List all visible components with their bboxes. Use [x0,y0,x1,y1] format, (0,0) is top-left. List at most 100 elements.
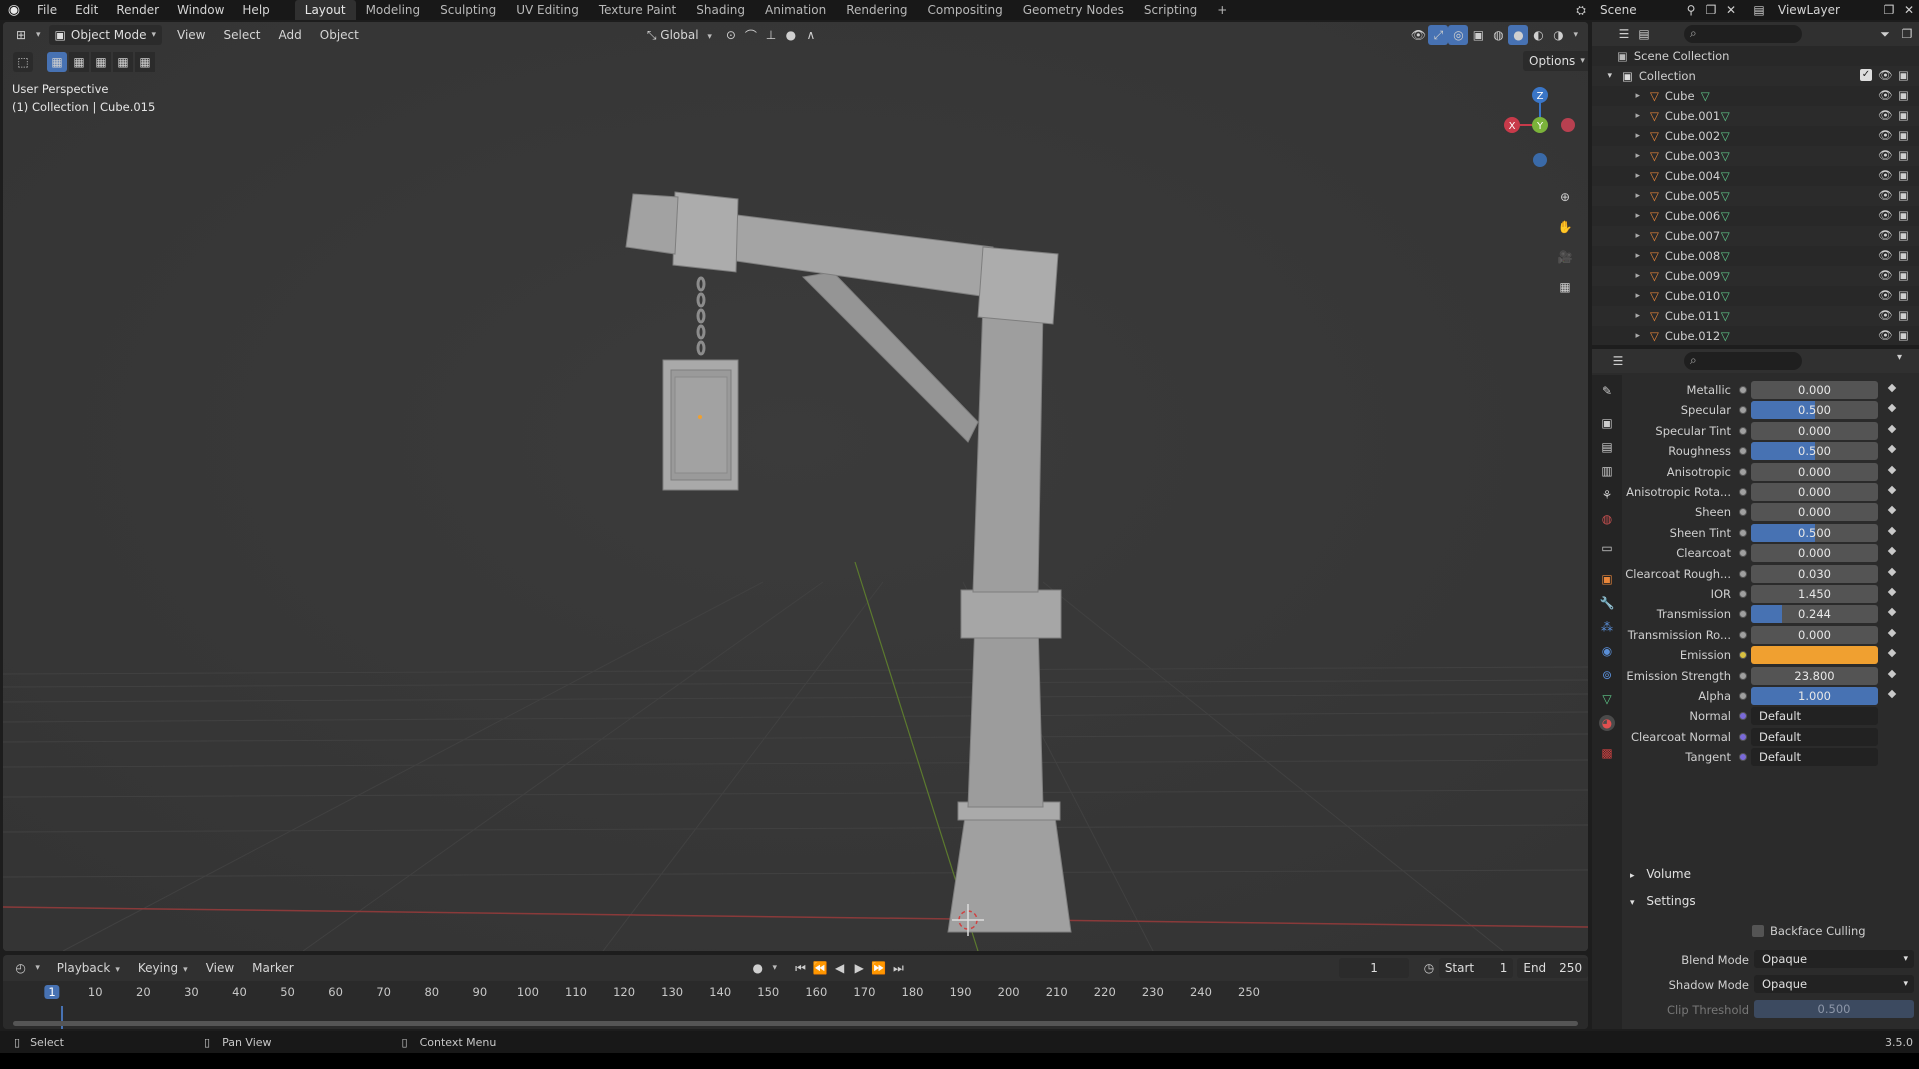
mesh-data-icon[interactable]: ▽ [1721,229,1730,243]
shadow-mode-dropdown[interactable]: Opaque ▾ [1754,975,1914,993]
rendered-shading-icon[interactable]: ◑ [1548,25,1568,45]
jump-start-icon[interactable]: ⏮ [791,958,811,978]
tab-uv-editing[interactable]: UV Editing [506,0,589,20]
keyframe-diamond-icon[interactable] [1887,485,1897,495]
keyframe-diamond-icon[interactable] [1887,608,1897,617]
mesh-data-icon[interactable]: ▽ [1721,269,1730,283]
snap-target-icon[interactable]: ⊥ [761,25,781,45]
menu-object[interactable]: Object [311,28,368,42]
outliner-object-row[interactable]: ▸ ▽ Cube.010 ▽ 👁 ▣ [1592,286,1919,306]
keyframe-diamond-icon[interactable] [1887,404,1897,413]
outliner-object-row[interactable]: ▸ ▽ Cube.009 ▽ 👁 ▣ [1592,266,1919,286]
delete-scene-icon[interactable]: ✕ [1721,0,1741,20]
outliner-object-row[interactable]: ▸ ▽ Cube.008 ▽ 👁 ▣ [1592,246,1919,266]
select-subtract-icon[interactable]: ▦ [91,52,111,72]
tab-modeling[interactable]: Modeling [356,0,431,20]
timeline-editor-icon[interactable]: ◴ [11,958,31,978]
outliner-object-row[interactable]: ▸ ▽ Cube ▽ 👁 ▣ [1592,86,1919,106]
tool-tab-icon[interactable]: ✎ [1599,383,1615,399]
backface-culling-checkbox[interactable] [1752,925,1764,937]
visibility-eye-icon[interactable]: 👁 [1878,108,1893,122]
exclude-checkbox[interactable]: ✓ [1860,69,1872,81]
mesh-data-icon[interactable]: ▽ [1701,89,1710,103]
gizmo-toggle-icon[interactable]: ⤢ [1428,25,1449,45]
menu-file[interactable]: File [28,3,66,17]
mesh-data-icon[interactable]: ▽ [1721,149,1730,163]
mesh-data-icon[interactable]: ▽ [1721,309,1730,323]
expand-caret-icon[interactable]: ▸ [1592,331,1640,341]
keyframe-diamond-icon[interactable] [1887,648,1897,658]
options-dropdown[interactable]: Options ▾ [1523,51,1588,71]
mesh-data-icon[interactable]: ▽ [1721,129,1730,143]
pivot-point-icon[interactable]: ⊙ [721,25,741,45]
overlays-toggle-icon[interactable]: ◎ [1448,25,1469,45]
record-icon[interactable]: ● [748,958,768,978]
value-slider[interactable]: 0.000 [1751,544,1878,563]
visibility-eye-icon[interactable]: 👁 [1878,168,1893,182]
render-camera-icon[interactable]: ▣ [1898,228,1909,242]
material-shading-icon[interactable]: ◐ [1528,25,1548,45]
visibility-eye-icon[interactable]: 👁 [1878,148,1893,162]
preview-range-icon[interactable]: ◷ [1419,958,1439,978]
proportional-editing-icon[interactable]: ● [781,25,801,45]
socket-dot-icon[interactable] [1739,712,1747,721]
current-frame-field[interactable]: 1 [1338,958,1410,978]
pin-icon[interactable]: ⚲ [1681,0,1701,20]
select-extend-icon[interactable]: ▦ [69,52,89,72]
socket-dot-icon[interactable] [1739,692,1747,700]
play-icon[interactable]: ▶ [849,958,869,978]
value-slider[interactable]: 0.000 [1751,421,1878,440]
visibility-eye-icon[interactable]: 👁 [1878,208,1893,222]
value-slider[interactable]: 0.000 [1751,503,1878,522]
socket-dot-icon[interactable] [1739,467,1747,476]
render-camera-icon[interactable]: ▣ [1898,108,1909,122]
next-keyframe-icon[interactable]: ⏩ [869,958,889,978]
texture-tab-icon[interactable]: ▩ [1599,745,1615,761]
render-camera-icon[interactable]: ▣ [1898,248,1909,262]
timeline-scrollbar[interactable] [13,1021,1578,1026]
outliner-collection[interactable]: ▾ ▣ Collection ✓ 👁 ▣ [1592,66,1919,86]
expand-caret-icon[interactable]: ▸ [1592,151,1640,161]
material-tab-icon[interactable]: ◕ [1599,715,1615,731]
render-camera-icon[interactable]: ▣ [1898,288,1909,302]
properties-editor-icon[interactable]: ☰ [1608,351,1628,371]
outliner-object-row[interactable]: ▸ ▽ Cube.006 ▽ 👁 ▣ [1592,206,1919,226]
socket-dot-icon[interactable] [1739,610,1747,619]
keyframe-diamond-icon[interactable] [1887,567,1897,576]
pan-hand-icon[interactable]: ✋ [1555,217,1575,237]
render-camera-icon[interactable]: ▣ [1898,308,1909,322]
render-camera-icon[interactable]: ▣ [1898,208,1909,222]
socket-dot-icon[interactable] [1739,549,1747,558]
new-scene-icon[interactable]: ❐ [1701,0,1721,20]
expand-caret-icon[interactable]: ▸ [1592,191,1640,201]
falloff-icon[interactable]: ∧ [801,25,821,45]
visibility-eye-icon[interactable]: 👁 [1878,308,1893,322]
menu-view[interactable]: View [168,28,214,42]
value-slider[interactable]: 1.450 [1751,585,1878,603]
select-invert-icon[interactable]: ▦ [113,52,133,72]
filter-icon[interactable]: ⏷ [1875,24,1895,44]
chevron-down-icon[interactable]: ▾ [35,963,40,973]
physics-tab-icon[interactable]: ◉ [1599,643,1615,659]
world-tab-icon[interactable]: ◍ [1599,511,1615,527]
visibility-eye-icon[interactable]: 👁 [1878,68,1893,82]
viewlayer-name-field[interactable]: ViewLayer [1769,3,1879,17]
outliner-object-row[interactable]: ▸ ▽ Cube.012 ▽ 👁 ▣ [1592,326,1919,345]
outliner-object-row[interactable]: ▸ ▽ Cube.011 ▽ 👁 ▣ [1592,306,1919,326]
3d-viewport[interactable]: ⊞ ▾ ▣ Object Mode ▾ View Select Add Obje… [3,22,1588,951]
visibility-eye-icon[interactable]: 👁 [1878,288,1893,302]
socket-dot-icon[interactable] [1739,590,1747,598]
expand-caret-icon[interactable]: ▸ [1592,111,1640,121]
view-layer-tab-icon[interactable]: ▥ [1599,463,1615,479]
keyframe-diamond-icon[interactable] [1887,465,1897,474]
expand-caret-icon[interactable]: ▸ [1592,311,1640,321]
tool-select-icon[interactable]: ⬚ [13,52,33,72]
select-intersect-icon[interactable]: ▦ [135,52,155,72]
socket-dot-icon[interactable] [1739,630,1747,639]
outliner-object-row[interactable]: ▸ ▽ Cube.005 ▽ 👁 ▣ [1592,186,1919,206]
visibility-eye-icon[interactable]: 👁 [1878,228,1893,242]
settings-section-header[interactable]: ▾ Settings [1630,894,1910,914]
menu-playback[interactable]: Playback ▾ [48,961,129,975]
value-slider[interactable]: 0.000 [1751,381,1878,399]
keyframe-diamond-icon[interactable] [1887,689,1897,699]
